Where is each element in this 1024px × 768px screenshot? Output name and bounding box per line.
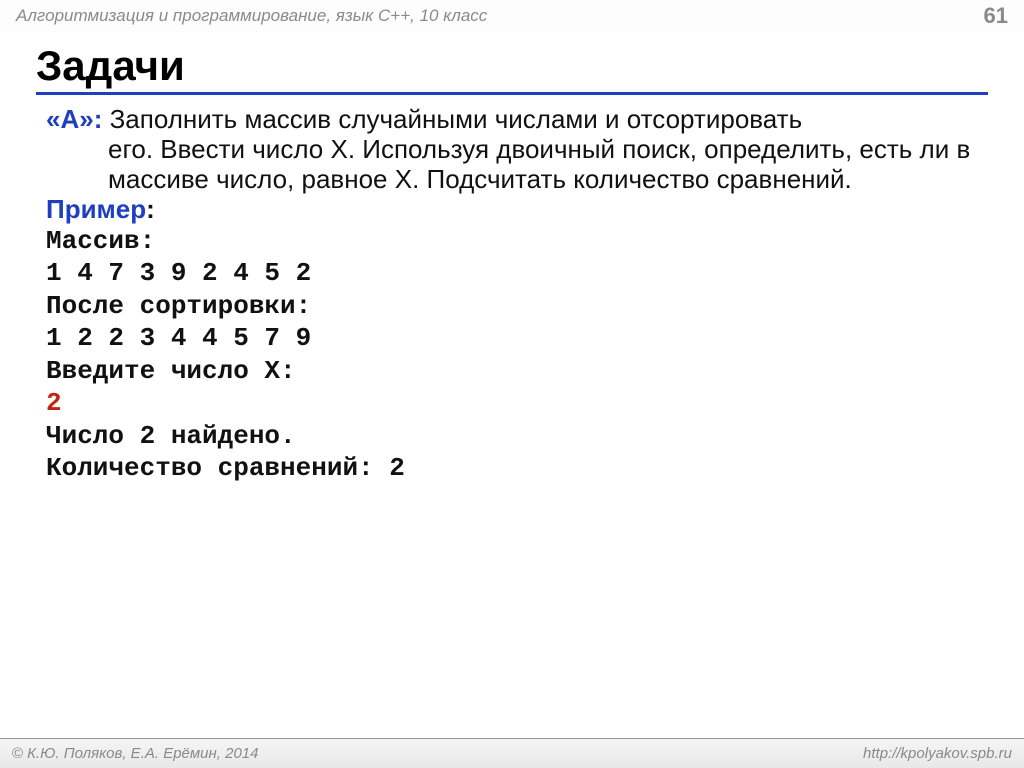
slide-footer: ©К.Ю. Поляков, Е.А. Ерёмин, 2014 http://… xyxy=(0,738,1024,768)
example-sorted-label: После сортировки: xyxy=(46,290,978,323)
slide-title: Задачи xyxy=(36,42,988,90)
footer-url: http://kpolyakov.spb.ru xyxy=(863,745,1012,762)
slide-header: Алгоритмизация и программирование, язык … xyxy=(0,0,1024,32)
task-first-text: Заполнить массив случайными числами и от… xyxy=(102,104,802,134)
example-sorted-values: 1 2 2 3 4 4 5 7 9 xyxy=(46,322,978,355)
footer-copyright: ©К.Ю. Поляков, Е.А. Ерёмин, 2014 xyxy=(12,745,258,762)
page-number: 61 xyxy=(984,3,1008,29)
task-first-line: «A»: Заполнить массив случайными числами… xyxy=(46,105,978,135)
example-comparisons: Количество сравнений: 2 xyxy=(46,452,978,485)
slide-content: «A»: Заполнить массив случайными числами… xyxy=(0,99,1024,485)
copyright-icon: © xyxy=(12,745,23,762)
task-rest-text: его. Ввести число X. Используя двоичный … xyxy=(46,135,978,195)
task-block: «A»: Заполнить массив случайными числами… xyxy=(46,105,978,195)
example-input-prompt: Введите число X: xyxy=(46,355,978,388)
example-array-label: Массив: xyxy=(46,225,978,258)
example-label-line: Пример: xyxy=(46,195,978,225)
example-block: Пример: Массив: 1 4 7 3 9 2 4 5 2 После … xyxy=(46,195,978,485)
example-input-value-text: 2 xyxy=(46,388,62,418)
example-array-values: 1 4 7 3 9 2 4 5 2 xyxy=(46,257,978,290)
task-label: «A»: xyxy=(46,104,102,134)
header-subject: Алгоритмизация и программирование, язык … xyxy=(16,6,487,26)
example-found: Число 2 найдено. xyxy=(46,420,978,453)
footer-copyright-text: К.Ю. Поляков, Е.А. Ерёмин, 2014 xyxy=(27,745,258,762)
title-underline xyxy=(36,92,988,95)
example-colon: : xyxy=(146,194,155,224)
title-section: Задачи xyxy=(0,32,1024,99)
example-input-value: 2 xyxy=(46,387,978,420)
example-label: Пример xyxy=(46,194,146,224)
